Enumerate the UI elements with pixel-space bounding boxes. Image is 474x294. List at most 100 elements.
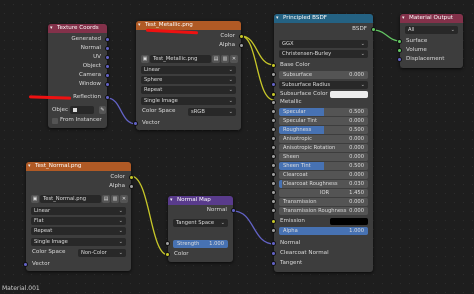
- link-metallic-color-to-base: [240, 35, 275, 66]
- socket-strength[interactable]: [165, 241, 170, 246]
- socket-base-color[interactable]: [271, 63, 276, 68]
- socket-sheen[interactable]: [271, 154, 276, 159]
- transmission-roughness-slider[interactable]: Transmission Roughness 0.000: [279, 207, 368, 215]
- sheen-tint-slider[interactable]: Sheen Tint 0.500: [279, 162, 368, 170]
- socket-vector[interactable]: [23, 262, 28, 267]
- socket-anisotropic[interactable]: [271, 136, 276, 141]
- socket-tangent[interactable]: [271, 261, 276, 266]
- socket-sheen-tint[interactable]: [271, 163, 276, 168]
- color-space-select[interactable]: Non-Color ⌄: [78, 249, 126, 257]
- socket-emission[interactable]: [271, 219, 276, 224]
- socket-window[interactable]: [105, 82, 110, 87]
- emission-color-swatch[interactable]: [330, 218, 368, 225]
- strength-slider[interactable]: Strength 1.000: [173, 240, 228, 248]
- anisotropic-rotation-slider[interactable]: Anisotropic Rotation 0.000: [279, 144, 368, 152]
- sheen-slider[interactable]: Sheen 0.000: [279, 153, 368, 161]
- from-instancer-checkbox[interactable]: [52, 118, 58, 124]
- socket-normal[interactable]: [271, 241, 276, 246]
- socket-ior[interactable]: [271, 190, 276, 195]
- socket-color[interactable]: [239, 34, 244, 39]
- socket-alpha[interactable]: [239, 43, 244, 48]
- subsurface-method-select[interactable]: Christensen-Burley ⌄: [279, 50, 368, 58]
- clearcoat-slider[interactable]: Clearcoat 0.000: [279, 171, 368, 179]
- source-select[interactable]: Single Image ⌄: [141, 97, 236, 105]
- socket-normal-out[interactable]: [231, 208, 236, 213]
- socket-transmission-roughness[interactable]: [271, 208, 276, 213]
- anisotropic-slider[interactable]: Anisotropic 0.000: [279, 135, 368, 143]
- socket-camera[interactable]: [105, 73, 110, 78]
- socket-clearcoat[interactable]: [271, 172, 276, 177]
- socket-clearcoat-roughness[interactable]: [271, 181, 276, 186]
- output-window: Window: [78, 81, 101, 87]
- transmission-slider[interactable]: Transmission 0.000: [279, 198, 368, 206]
- subsurface-color-swatch[interactable]: [330, 91, 368, 98]
- object-field[interactable]: [70, 106, 94, 114]
- eyedropper-icon[interactable]: ✎: [99, 106, 106, 114]
- material-output-header[interactable]: Material Output: [400, 14, 463, 23]
- image-name-field[interactable]: Test_Normal.png: [40, 195, 101, 203]
- image-open-icon[interactable]: ▥: [221, 55, 229, 63]
- ior-field[interactable]: IOR 1.450: [279, 189, 368, 197]
- clearcoat-roughness-slider[interactable]: Clearcoat Roughness 0.030: [279, 180, 368, 188]
- distribution-select[interactable]: GGX ⌄: [279, 40, 368, 48]
- alpha-slider[interactable]: Alpha 1.000: [279, 227, 368, 235]
- socket-clearcoat-normal[interactable]: [271, 251, 276, 256]
- socket-roughness[interactable]: [271, 127, 276, 132]
- socket-alpha[interactable]: [129, 184, 134, 189]
- image-save-icon[interactable]: ▤: [102, 195, 110, 203]
- socket-transmission[interactable]: [271, 199, 276, 204]
- socket-specular[interactable]: [271, 109, 276, 114]
- socket-subsurface-color[interactable]: [271, 92, 276, 97]
- socket-color[interactable]: [129, 175, 134, 180]
- image-save-icon[interactable]: ▤: [212, 55, 220, 63]
- socket-reflection[interactable]: [105, 95, 110, 100]
- subsurface-radius-field[interactable]: Subsurface Radius ⌄: [279, 81, 368, 89]
- extension-select[interactable]: Repeat ⌄: [141, 86, 236, 94]
- normal-map-node[interactable]: Normal Map Normal Tangent Space⌄ Strengt…: [165, 196, 236, 262]
- image-close-icon[interactable]: ✕: [120, 195, 128, 203]
- image-name-field[interactable]: Test_Metallic.png: [150, 55, 211, 63]
- socket-bsdf[interactable]: [371, 27, 376, 32]
- target-select[interactable]: All ⌄: [405, 26, 458, 34]
- normal-texture-header[interactable]: Test_Normal.png: [26, 162, 131, 171]
- image-close-icon[interactable]: ✕: [230, 55, 238, 63]
- principled-bsdf-node[interactable]: Principled BSDF BSDF GGX⌄ Christensen-Bu…: [271, 14, 376, 272]
- socket-displacement[interactable]: [397, 57, 402, 62]
- subsurface-slider[interactable]: Subsurface 0.000: [279, 71, 368, 79]
- socket-specular-tint[interactable]: [271, 118, 276, 123]
- socket-volume[interactable]: [397, 48, 402, 53]
- color-space-select[interactable]: sRGB ⌄: [188, 108, 236, 116]
- socket-subsurface-radius[interactable]: [271, 82, 276, 87]
- socket-normal[interactable]: [105, 46, 110, 51]
- projection-select[interactable]: Flat ⌄: [31, 217, 126, 225]
- texture-coords-header[interactable]: Texture Coords: [48, 24, 107, 33]
- texture-coords-node[interactable]: Texture Coords Generated Normal UV Objec…: [48, 24, 110, 128]
- specular-slider[interactable]: Specular 0.500: [279, 108, 368, 116]
- extension-select[interactable]: Repeat ⌄: [31, 227, 126, 235]
- roughness-slider[interactable]: Roughness 0.500: [279, 126, 368, 134]
- socket-alpha[interactable]: [271, 228, 276, 233]
- socket-color-in[interactable]: [165, 252, 170, 257]
- normal-map-header[interactable]: Normal Map: [168, 196, 233, 205]
- socket-anisotropic-rotation[interactable]: [271, 145, 276, 150]
- socket-generated[interactable]: [105, 37, 110, 42]
- material-output-node[interactable]: Material Output All⌄ Surface Volume Disp…: [397, 14, 463, 68]
- space-select[interactable]: Tangent Space ⌄: [173, 219, 228, 227]
- principled-bsdf-header[interactable]: Principled BSDF: [274, 14, 373, 23]
- interpolation-select[interactable]: Linear ⌄: [141, 66, 236, 74]
- image-open-icon[interactable]: ▥: [111, 195, 119, 203]
- projection-select[interactable]: Sphere ⌄: [141, 76, 236, 84]
- socket-metallic[interactable]: [271, 100, 276, 105]
- socket-vector[interactable]: [133, 121, 138, 126]
- image-browse-icon[interactable]: ▣: [31, 195, 39, 203]
- socket-uv[interactable]: [105, 55, 110, 60]
- normal-texture-node[interactable]: Test_Normal.png Color Alpha ▣ Test_Norma…: [23, 162, 134, 271]
- socket-surface[interactable]: [397, 39, 402, 44]
- image-browse-icon[interactable]: ▣: [141, 55, 149, 63]
- socket-object[interactable]: [105, 64, 110, 69]
- specular-tint-slider[interactable]: Specular Tint 0.000: [279, 117, 368, 125]
- interpolation-select[interactable]: Linear ⌄: [31, 207, 126, 215]
- metallic-texture-node[interactable]: Test_Metallic.png Color Alpha ▣ Test_Met…: [133, 21, 244, 130]
- source-select[interactable]: Single Image ⌄: [31, 238, 126, 246]
- socket-subsurface[interactable]: [271, 72, 276, 77]
